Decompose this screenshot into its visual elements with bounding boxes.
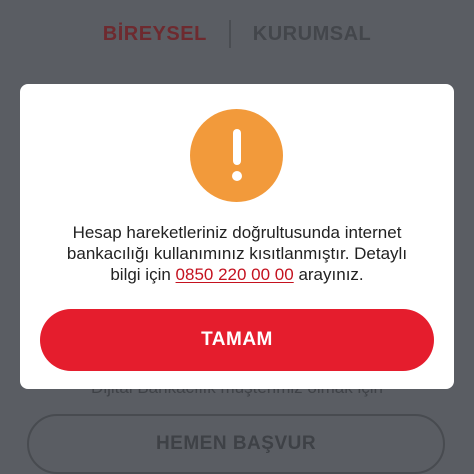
message-line-3: bilgi için 0850 220 00 00 arayınız. bbox=[34, 264, 440, 285]
message-line-2: bankacılığı kullanımınız kısıtlanmıştır.… bbox=[66, 244, 408, 263]
screen: BİREYSEL KURUMSAL Dijital Bankacılık müş… bbox=[0, 0, 474, 474]
message-line-3-suffix: arayınız. bbox=[293, 265, 364, 284]
exclamation-bar bbox=[233, 129, 241, 165]
message-line-3-prefix: bilgi için bbox=[110, 265, 176, 284]
message-line-1: Hesap hareketleriniz doğrultusunda inter… bbox=[72, 223, 402, 242]
tab-corporate[interactable]: KURUMSAL bbox=[253, 23, 371, 46]
dialog-message: Hesap hareketleriniz doğrultusunda inter… bbox=[34, 222, 440, 285]
phone-number-link[interactable]: 0850 220 00 00 bbox=[176, 265, 294, 284]
customer-type-switch: BİREYSEL KURUMSAL bbox=[0, 18, 474, 50]
segment-divider bbox=[228, 20, 231, 48]
ok-button[interactable]: TAMAM bbox=[40, 309, 434, 371]
exclamation-icon bbox=[190, 109, 283, 202]
tab-personal[interactable]: BİREYSEL bbox=[103, 23, 207, 46]
exclamation-dot bbox=[232, 171, 242, 181]
alert-dialog: Hesap hareketleriniz doğrultusunda inter… bbox=[20, 84, 454, 389]
apply-now-button[interactable]: HEMEN BAŞVUR bbox=[27, 414, 445, 474]
